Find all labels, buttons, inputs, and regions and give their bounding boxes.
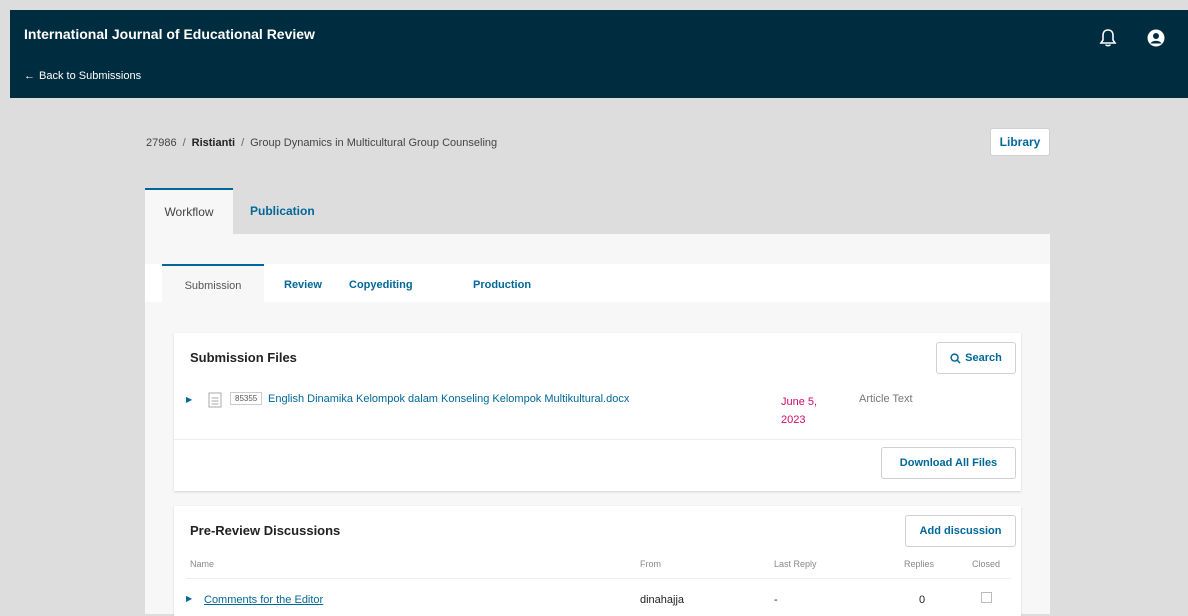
breadcrumb: 27986 / Ristianti / Group Dynamics in Multic… [146,137,497,149]
file-date: June 5, 2023 [781,396,818,426]
discussion-replies: 0 [919,594,926,606]
column-header-name: Name [190,559,215,569]
expand-triangle-icon[interactable]: ▶ [186,594,192,603]
breadcrumb-author: Ristianti [191,137,236,149]
tab-submission[interactable]: Submission [162,264,264,306]
search-icon [950,352,961,364]
discussion-link[interactable]: Comments for the Editor [204,594,323,606]
column-header-replies: Replies [904,559,935,569]
tab-production[interactable]: Production [473,264,531,306]
submission-files-card: Submission Files Search ▶ 85355 English … [174,333,1021,491]
column-header-from: From [640,559,661,569]
breadcrumb-separator: / [182,137,186,149]
tab-workflow[interactable]: Workflow [145,188,233,234]
expand-triangle-icon[interactable]: ▶ [186,395,192,404]
bell-icon[interactable] [1098,28,1118,48]
discussions-title: Pre-Review Discussions [190,523,341,538]
table-divider [186,578,1011,579]
discussion-closed-checkbox[interactable] [981,592,992,603]
inner-tab-bar [145,264,1050,302]
discussion-from: dinahajja [640,594,685,606]
back-link-label: Back to Submissions [39,70,142,82]
tab-review[interactable]: Review [284,264,322,306]
discussion-last-reply: - [774,594,778,606]
file-id: 85355 [230,392,263,405]
column-header-closed: Closed [972,559,1001,569]
file-icon [208,392,222,408]
breadcrumb-separator: / [241,137,245,149]
column-header-last-reply: Last Reply [774,559,817,569]
file-link[interactable]: English Dinamika Kelompok dalam Konselin… [268,393,629,405]
file-type: Article Text [859,393,913,405]
search-button[interactable]: Search [936,342,1016,374]
pre-review-discussions-card: Pre-Review Discussions Add discussion Na… [174,506,1021,616]
library-button[interactable]: Library [990,128,1050,156]
breadcrumb-title: Group Dynamics in Multicultural Group Co… [250,137,498,149]
tab-copyediting[interactable]: Copyediting [349,264,413,306]
back-to-submissions-link[interactable]: ← Back to Submissions [24,70,141,82]
journal-title[interactable]: International Journal of Educational Rev… [24,26,315,42]
submission-files-title: Submission Files [190,350,297,365]
download-all-files-button[interactable]: Download All Files [881,447,1016,479]
breadcrumb-id: 27986 [146,137,177,149]
add-discussion-button[interactable]: Add discussion [905,515,1016,547]
search-button-label: Search [965,352,1002,364]
file-row: ▶ 85355 English Dinamika Kelompok dalam … [174,383,1021,440]
user-icon[interactable] [1146,28,1166,48]
arrow-left-icon: ← [24,70,35,82]
tab-publication[interactable]: Publication [250,188,315,234]
top-bar: International Journal of Educational Rev… [10,10,1188,98]
